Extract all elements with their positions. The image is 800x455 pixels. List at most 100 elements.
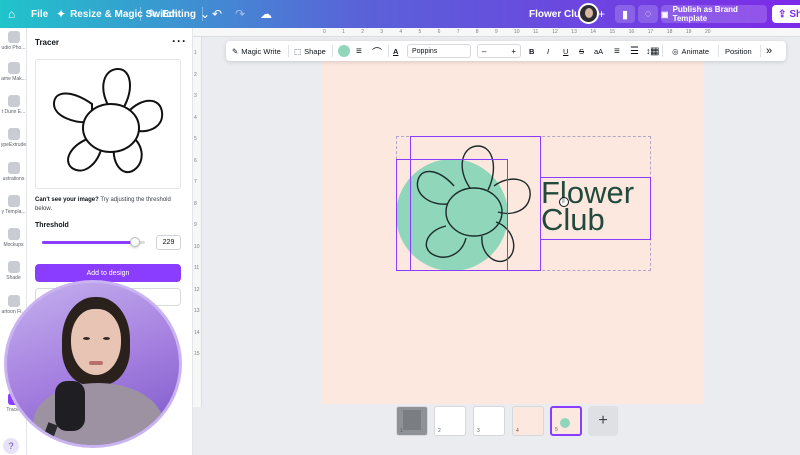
rail-item[interactable]: Mockups — [0, 225, 26, 259]
ruler-tick: 19 — [685, 29, 692, 35]
page-number: 5 — [555, 427, 558, 433]
sparkle-icon: ✦ — [56, 7, 67, 21]
font-dropdown[interactable]: Poppins — [407, 44, 471, 58]
redo-icon[interactable]: ↷ — [235, 0, 245, 28]
text-color-icon[interactable]: A — [393, 41, 398, 61]
circle-selection-box[interactable] — [396, 159, 508, 271]
share-label: Sha — [789, 8, 800, 20]
animate-label: Animate — [681, 46, 710, 56]
panel-title: Tracer — [35, 38, 60, 47]
editing-mode-dropdown[interactable]: ✎ Editing ⌄ — [148, 0, 210, 28]
ruler-tick: 6 — [437, 29, 441, 35]
avatar[interactable] — [578, 3, 599, 24]
share-button[interactable]: ⇪ Sha — [772, 5, 800, 23]
ruler-tick: 6 — [194, 157, 197, 164]
frame-maker-icon — [7, 62, 20, 74]
border-style-icon[interactable]: ≡ — [356, 41, 362, 61]
move-cursor — [559, 197, 569, 207]
divider — [332, 45, 333, 57]
traced-flower-outline — [52, 67, 164, 173]
file-menu[interactable]: File — [31, 0, 48, 28]
design-title-text[interactable]: Flower Club — [541, 177, 651, 235]
ruler-tick: 0 — [323, 29, 326, 35]
magic-write-icon: ✎ — [232, 46, 239, 56]
animate-icon: ◎ — [672, 46, 679, 56]
magic-write-label: Magic Write — [241, 46, 281, 56]
strikethrough-button[interactable]: S — [579, 41, 584, 61]
more-options-button[interactable]: » — [766, 41, 772, 61]
ruler-tick: 15 — [609, 29, 616, 35]
rail-item[interactable]: t Dunn E... — [0, 92, 26, 126]
analytics-icon[interactable]: ▮ — [615, 5, 635, 23]
rail-item[interactable]: y Templa... — [0, 192, 26, 226]
font-size-stepper[interactable]: – + — [477, 44, 521, 58]
app-icon — [7, 95, 20, 107]
page-number: 3 — [477, 428, 480, 434]
page-thumbnail[interactable]: 1 — [396, 406, 428, 436]
font-size-plus[interactable]: + — [511, 47, 516, 56]
magic-write-button[interactable]: ✎ Magic Write — [232, 41, 281, 61]
add-to-design-button[interactable]: Add to design — [35, 264, 181, 282]
undo-icon[interactable]: ↶ — [212, 0, 222, 28]
more-horizontal-icon[interactable]: ··· — [172, 34, 187, 48]
ruler-tick: 2 — [194, 71, 197, 78]
thumbnail-circle — [560, 418, 570, 428]
person-face — [71, 309, 121, 375]
page-thumbnail[interactable]: 3 — [473, 406, 505, 436]
rail-item[interactable]: udio Pho... — [0, 28, 26, 62]
ruler-tick: 9 — [194, 222, 197, 228]
letter-case-button[interactable]: aA — [594, 41, 603, 61]
rail-item-label: y Templa... — [1, 209, 26, 215]
page-thumbnail[interactable]: 5 — [550, 406, 582, 436]
plus-icon[interactable]: + — [598, 0, 605, 28]
studio-photo-icon — [7, 31, 20, 43]
rail-item-label: Shade — [6, 275, 21, 281]
person-mouth — [89, 361, 103, 365]
divider — [202, 7, 203, 21]
bold-button[interactable]: B — [529, 41, 534, 61]
ruler-tick: 14 — [194, 329, 200, 336]
threshold-value-input[interactable]: 229 — [156, 235, 181, 250]
home-icon[interactable]: ⌂ — [8, 0, 15, 28]
add-page-button[interactable]: + — [588, 406, 618, 436]
threshold-slider[interactable] — [42, 237, 145, 247]
help-button[interactable]: ? — [3, 438, 19, 454]
page-thumbnail[interactable]: 4 — [512, 406, 544, 436]
ruler-tick: 5 — [418, 29, 422, 35]
italic-button[interactable]: I — [547, 41, 549, 61]
checker-icon[interactable]: ▦ — [650, 41, 659, 61]
ruler-tick: 4 — [399, 29, 403, 35]
templates-icon — [7, 195, 20, 207]
ruler-tick: 10 — [514, 29, 520, 35]
align-icon[interactable]: ≡ — [614, 41, 620, 61]
divider — [140, 7, 141, 21]
underline-button[interactable]: U — [563, 41, 568, 61]
ruler-tick: 8 — [475, 29, 479, 35]
ruler-tick: 8 — [194, 200, 197, 207]
upload-icon: ⇪ — [778, 8, 787, 20]
ruler-tick: 3 — [194, 93, 197, 99]
trace-preview[interactable] — [35, 59, 181, 189]
rail-item[interactable]: ame Mak... — [0, 59, 26, 93]
rail-item[interactable]: ustrations — [0, 159, 26, 193]
publish-label: Publish as Brand Template — [672, 5, 738, 23]
ruler-tick: 16 — [628, 29, 635, 35]
rail-item-label: ame Mak... — [1, 76, 26, 82]
shape-button[interactable]: ⬚ Shape — [294, 41, 326, 61]
animate-button[interactable]: ◎ Animate — [672, 41, 709, 61]
ruler-tick: 1 — [342, 29, 345, 35]
rail-item[interactable]: ypeExtrude — [0, 125, 26, 159]
fill-color-swatch[interactable] — [338, 45, 350, 57]
shape-label: Shape — [304, 46, 326, 56]
corner-rounding-icon[interactable]: ⌒ — [372, 41, 382, 61]
cloud-save-icon[interactable]: ☁ — [260, 0, 272, 28]
list-icon[interactable]: ☰ — [630, 41, 639, 61]
page-thumbnail[interactable]: 2 — [434, 406, 466, 436]
ruler-tick: 7 — [194, 179, 197, 185]
font-size-minus[interactable]: – — [482, 47, 486, 56]
ruler-tick: 18 — [666, 29, 673, 35]
slider-thumb[interactable] — [129, 237, 140, 247]
publish-brand-template-button[interactable]: ▣ Publish as Brand Template — [661, 5, 767, 23]
position-button[interactable]: Position — [725, 41, 752, 61]
comment-icon[interactable]: ◌ — [638, 5, 658, 23]
